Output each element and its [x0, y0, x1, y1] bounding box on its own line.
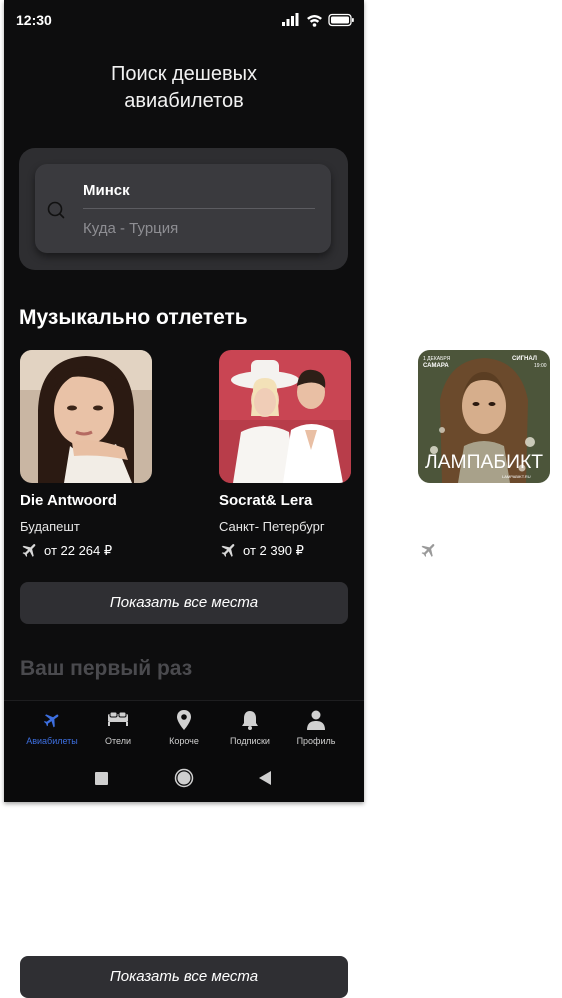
- home-icon[interactable]: [174, 768, 194, 793]
- bell-icon: [238, 709, 262, 731]
- phone-screen: 12:30 Поиск дешевых авиабилетов Минск Ку…: [4, 0, 364, 802]
- bed-icon: [106, 709, 130, 731]
- user-icon: [304, 709, 328, 731]
- android-nav-bar: [4, 756, 364, 802]
- card-city: Будапешт: [20, 519, 80, 534]
- poster-venue: СИГНАЛ: [512, 356, 537, 362]
- card-artist-name: Die Antwoord: [20, 492, 117, 509]
- origin-field[interactable]: Минск: [83, 182, 130, 199]
- airplane-icon: [21, 541, 39, 564]
- tab-label: Профиль: [296, 736, 336, 746]
- tab-bar: Авиабилеты Отели Короче Подписки Профиль: [4, 700, 364, 756]
- artist-photo: [20, 350, 152, 483]
- destination-field[interactable]: Куда - Турция: [83, 220, 178, 237]
- destination-card[interactable]: Socrat& Lera Санкт- Петербург от 2 390 ₽: [219, 350, 364, 558]
- poster-city: САМАРА: [423, 363, 449, 369]
- status-bar: 12:30: [4, 0, 364, 40]
- search-divider: [83, 208, 315, 209]
- destination-card[interactable]: Die Antwoord Будапешт от 22 264 ₽: [20, 350, 180, 558]
- tab-label: Короче: [169, 736, 199, 746]
- tab-hotels[interactable]: Отели: [82, 701, 154, 757]
- first-time-section-title: Ваш первый раз: [20, 657, 193, 680]
- search-icon: [46, 200, 66, 225]
- tab-subscriptions[interactable]: Подписки: [214, 701, 286, 757]
- music-section-title: Музыкально отлететь: [19, 306, 248, 329]
- tab-profile[interactable]: Профиль: [280, 701, 352, 757]
- concert-poster[interactable]: 1 ДЕКАБРЯ САМАРА СИГНАЛ 19:00 ЛАМПАБИКТ …: [418, 350, 550, 483]
- airplane-icon: [420, 541, 438, 564]
- back-icon[interactable]: [259, 771, 272, 790]
- airplane-icon: [220, 541, 238, 564]
- airplane-icon: [40, 709, 64, 731]
- tab-flights[interactable]: Авиабилеты: [16, 701, 88, 757]
- artist-photo: [219, 350, 351, 483]
- card-price: от 22 264 ₽: [44, 543, 113, 558]
- map-pin-icon: [172, 709, 196, 731]
- tab-label: Авиабилеты: [26, 736, 78, 746]
- show-all-places-button[interactable]: Показать все места: [20, 582, 348, 624]
- status-icons: [282, 13, 356, 32]
- page-title: Поиск дешевых авиабилетов: [111, 63, 257, 112]
- status-time: 12:30: [16, 12, 52, 28]
- tab-label: Подписки: [230, 736, 270, 746]
- card-city: Санкт- Петербург: [219, 519, 325, 534]
- poster-time: 19:00: [534, 363, 547, 369]
- search-card: Минск Куда - Турция: [19, 148, 348, 270]
- poster-site: LAMPABIKT.RU: [502, 474, 531, 479]
- concert-poster-image: 1 ДЕКАБРЯ САМАРА СИГНАЛ 19:00 ЛАМПАБИКТ …: [418, 350, 550, 483]
- card-artist-name: Socrat& Lera: [219, 492, 313, 509]
- signal-wifi-battery-icon: [282, 13, 354, 27]
- tab-label: Отели: [104, 736, 131, 746]
- recents-icon[interactable]: [95, 772, 108, 790]
- poster-date: 1 ДЕКАБРЯ: [423, 356, 451, 362]
- search-box[interactable]: Минск Куда - Турция: [35, 164, 331, 253]
- poster-title: ЛАМПАБИКТ: [425, 452, 543, 473]
- card-price: от 2 390 ₽: [243, 543, 304, 558]
- tab-short[interactable]: Короче: [148, 701, 220, 757]
- show-all-places-button[interactable]: Показать все места: [20, 956, 348, 998]
